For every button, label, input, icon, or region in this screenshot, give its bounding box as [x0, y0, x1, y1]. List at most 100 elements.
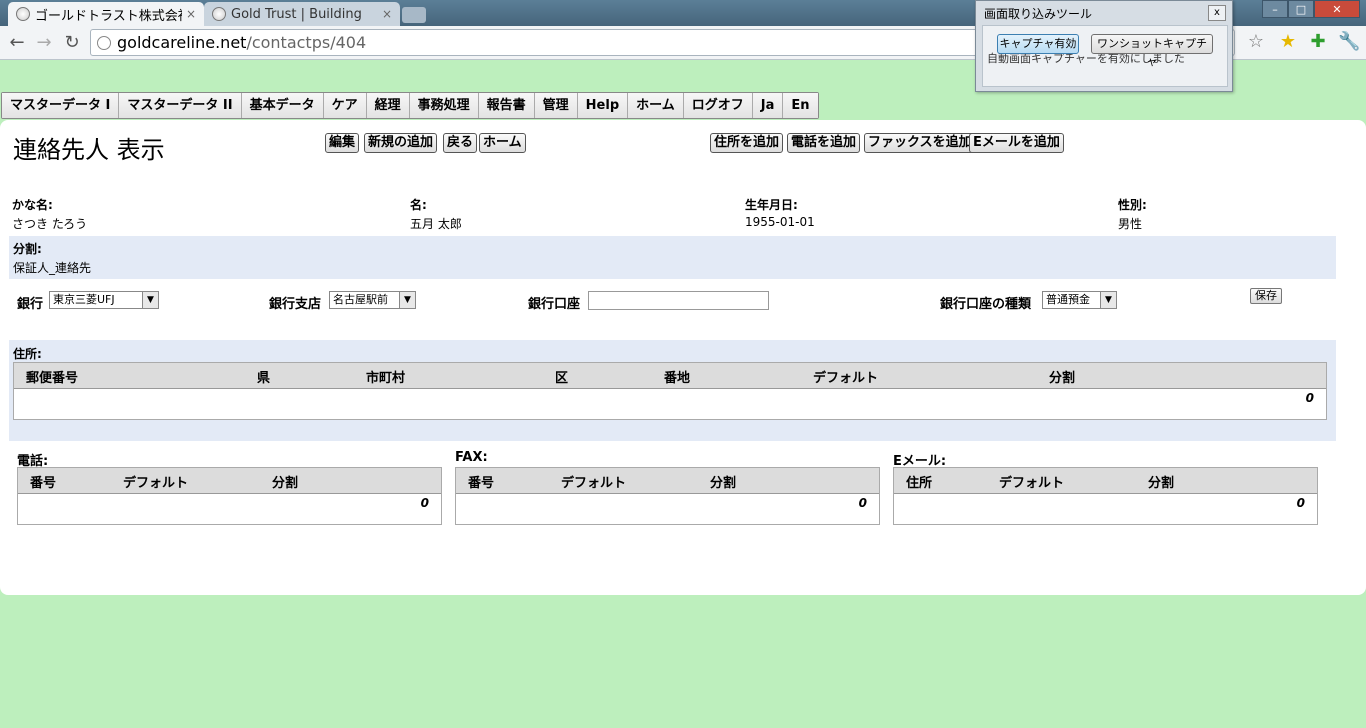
- menu-help[interactable]: Help: [577, 93, 629, 118]
- email-table: 住所 デフォルト 分割 0: [893, 467, 1318, 525]
- extension-icon[interactable]: ✚: [1307, 31, 1329, 53]
- globe-icon: [16, 7, 30, 21]
- column-header: 県: [257, 371, 271, 386]
- gender-label: 性別:: [1118, 198, 1147, 212]
- record-count: 0: [1305, 391, 1314, 405]
- column-header: 住所: [906, 476, 933, 491]
- menu-reports[interactable]: 報告書: [478, 93, 535, 118]
- column-header: 区: [555, 371, 569, 386]
- record-count: 0: [1296, 496, 1305, 510]
- menu-lang-ja[interactable]: Ja: [752, 93, 784, 118]
- account-input[interactable]: [588, 291, 769, 310]
- maximize-icon[interactable]: □: [1288, 0, 1314, 18]
- add-email-button[interactable]: Eメールを追加: [969, 133, 1064, 153]
- menu-lang-en[interactable]: En: [783, 93, 818, 118]
- address-label: 住所:: [13, 347, 42, 361]
- column-header: 番号: [30, 476, 57, 491]
- wrench-icon[interactable]: 🔧: [1338, 31, 1360, 53]
- account-type-value: 普通預金: [1046, 293, 1090, 306]
- forward-arrow-icon[interactable]: →: [33, 32, 55, 54]
- chevron-down-icon: ▼: [142, 292, 158, 308]
- tab-label: Gold Trust | Building: [231, 6, 362, 22]
- column-header: 分割: [1148, 476, 1175, 491]
- column-header: 番号: [468, 476, 495, 491]
- minimize-icon[interactable]: –: [1262, 0, 1288, 18]
- edit-button[interactable]: 編集: [325, 133, 360, 153]
- window-close-icon[interactable]: ✕: [1314, 0, 1360, 18]
- globe-icon: [212, 7, 226, 21]
- name-value: 五月 太郎: [410, 217, 462, 231]
- branch-select-value: 名古屋駅前: [333, 293, 388, 306]
- kana-name-value: さつき たろう: [12, 217, 88, 231]
- column-header: 郵便番号: [26, 371, 79, 386]
- menu-master-data-1[interactable]: マスターデータ I: [2, 93, 120, 118]
- column-header: 番地: [664, 371, 691, 386]
- main-menu: マスターデータ I マスターデータ II 基本データ ケア 経理 事務処理 報告…: [1, 92, 819, 119]
- menu-office[interactable]: 事務処理: [409, 93, 479, 118]
- account-type-label: 銀行口座の種類: [940, 297, 1032, 312]
- page-info-icon[interactable]: [97, 36, 111, 50]
- tab-goldtrust[interactable]: ゴールドトラスト株式会社 ×: [8, 2, 204, 26]
- division-label: 分割:: [13, 242, 42, 256]
- window-controls: – □ ✕: [1262, 0, 1360, 18]
- capture-close-button[interactable]: x: [1208, 5, 1226, 21]
- fax-table-header: 番号 デフォルト 分割: [456, 468, 879, 494]
- menu-logoff[interactable]: ログオフ: [683, 93, 753, 118]
- back-arrow-icon[interactable]: ←: [6, 32, 28, 54]
- add-fax-button[interactable]: ファックスを追加: [864, 133, 976, 153]
- bank-select-value: 東京三菱UFJ: [53, 293, 115, 306]
- phone-table: 番号 デフォルト 分割 0: [17, 467, 442, 525]
- capture-enable-button[interactable]: キャプチャ有効: [997, 34, 1079, 54]
- tab-label: ゴールドトラスト株式会社: [35, 8, 182, 24]
- branch-label: 銀行支店: [269, 297, 322, 312]
- back-button[interactable]: 戻る: [443, 133, 478, 153]
- account-label: 銀行口座: [528, 297, 581, 312]
- one-shot-capture-button[interactable]: ワンショットキャプチャ: [1091, 34, 1213, 68]
- gender-value: 男性: [1118, 217, 1143, 231]
- menu-home[interactable]: ホーム: [628, 93, 684, 118]
- tab-building[interactable]: Gold Trust | Building ×: [204, 2, 400, 26]
- menu-care[interactable]: ケア: [323, 93, 367, 118]
- column-header: 分割: [272, 476, 299, 491]
- column-header: デフォルト: [999, 476, 1065, 491]
- reload-icon[interactable]: ↻: [61, 32, 83, 54]
- column-header: デフォルト: [123, 476, 189, 491]
- fax-label: FAX:: [455, 450, 488, 465]
- menu-admin[interactable]: 管理: [534, 93, 578, 118]
- add-phone-button[interactable]: 電話を追加: [787, 133, 861, 153]
- bank-label: 銀行: [17, 297, 44, 312]
- column-header: デフォルト: [813, 371, 879, 386]
- url-host: goldcareline.net: [117, 33, 247, 52]
- save-button[interactable]: 保存: [1250, 288, 1282, 304]
- close-icon[interactable]: ×: [186, 7, 196, 21]
- home-button[interactable]: ホーム: [479, 133, 526, 153]
- branch-select[interactable]: 名古屋駅前 ▼: [329, 291, 416, 309]
- content-panel: 連絡先人 表示 編集 新規の追加 戻る ホーム 住所を追加 電話を追加 ファック…: [0, 120, 1366, 595]
- address-table: 郵便番号 県 市町村 区 番地 デフォルト 分割 0: [13, 362, 1327, 420]
- column-header: 市町村: [366, 371, 406, 386]
- capture-tool-window: 画面取り込みツール x 自動画面キャプチャーを有効にしました キャプチャ有効 ワ…: [975, 0, 1233, 92]
- new-tab-button[interactable]: [402, 7, 426, 23]
- add-new-button[interactable]: 新規の追加: [364, 133, 438, 153]
- record-count: 0: [420, 496, 429, 510]
- name-label: 名:: [410, 198, 427, 212]
- favorite-star-icon[interactable]: ★: [1277, 31, 1299, 53]
- division-value: 保証人_連絡先: [13, 261, 92, 275]
- menu-basic-data[interactable]: 基本データ: [241, 93, 324, 118]
- url-path: /contactps/404: [246, 33, 367, 52]
- capture-tool-title: 画面取り込みツール: [984, 7, 1093, 21]
- bank-select[interactable]: 東京三菱UFJ ▼: [49, 291, 159, 309]
- close-icon[interactable]: ×: [382, 7, 392, 21]
- menu-master-data-2[interactable]: マスターデータ II: [119, 93, 242, 118]
- record-count: 0: [858, 496, 867, 510]
- chevron-down-icon: ▼: [399, 292, 415, 308]
- birthdate-value: 1955-01-01: [745, 215, 815, 229]
- bookmark-star-icon[interactable]: ☆: [1245, 31, 1267, 53]
- division-band: 分割: 保証人_連絡先: [9, 236, 1336, 279]
- add-address-button[interactable]: 住所を追加: [710, 133, 784, 153]
- page-title: 連絡先人 表示: [13, 136, 165, 164]
- account-type-select[interactable]: 普通預金 ▼: [1042, 291, 1117, 309]
- menu-accounting[interactable]: 経理: [366, 93, 410, 118]
- column-header: デフォルト: [561, 476, 627, 491]
- birthdate-label: 生年月日:: [745, 198, 798, 212]
